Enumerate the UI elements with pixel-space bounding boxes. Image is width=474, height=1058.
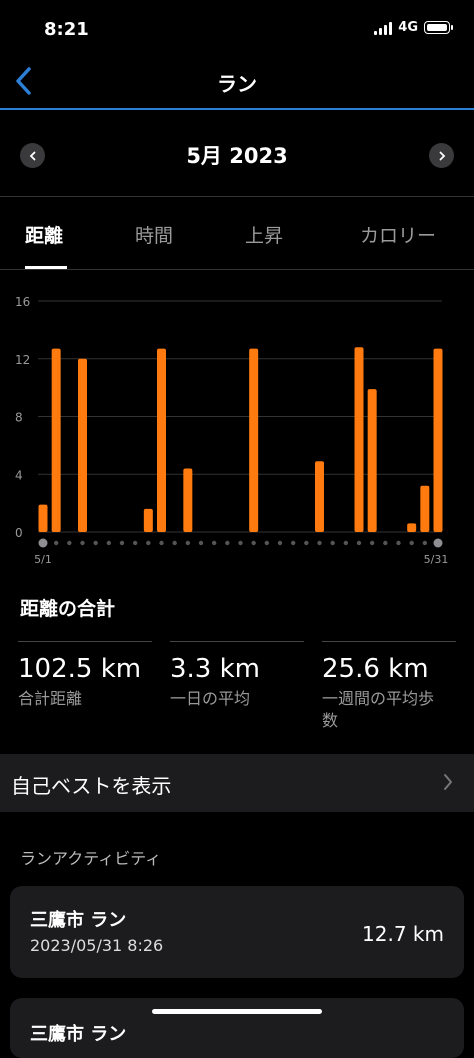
y-tick-label: 8 [15,411,23,425]
chevron-right-icon [439,151,445,160]
bar [78,358,87,532]
bar [367,389,377,532]
bar [249,348,259,532]
day-dot [185,540,191,546]
day-dot [238,540,243,546]
status-bar: 8:21 4G [0,0,474,56]
status-right: 4G [374,20,453,35]
activity-card[interactable]: 三鷹市 ラン 2023/05/31 8:26 12.7 km [10,886,464,978]
day-dot [409,540,414,546]
bar [51,348,61,532]
day-dot [53,540,59,546]
activity-distance: 12.7 km [362,922,444,946]
page-title: ラン [217,72,257,96]
y-tick-label: 12 [15,353,30,367]
day-dot [330,540,335,546]
personal-best-row[interactable]: 自己ベストを表示 [0,754,474,812]
tab-distance[interactable]: 距離 [25,221,63,248]
signal-icon [374,21,393,35]
month-selector: 5月 2023 [0,112,474,197]
bar [407,523,417,532]
battery-icon [424,21,453,34]
day-dot [317,540,322,546]
stat-daily-avg: 3.3 km 一日の平均 [170,641,304,710]
stat-total-value: 102.5 km [18,654,142,684]
tab-ascent[interactable]: 上昇 [245,221,283,248]
status-time: 8:21 [44,19,89,40]
day-dot-selected [433,538,443,548]
day-dot [290,540,296,546]
day-dot [172,540,177,546]
day-dot [198,540,204,546]
bar [354,347,364,532]
personal-best-label: 自己ベストを表示 [11,774,172,798]
day-dot-selected [38,538,48,548]
x-end-label: 5/31 [424,553,449,566]
activity-date: 2023/05/31 8:26 [30,936,164,955]
y-tick-label: 4 [15,468,23,482]
activity-name: 三鷹市 ラン [30,910,127,931]
stat-daily-avg-label: 一日の平均 [170,689,251,708]
metric-tabs: 距離 時間 上昇 カロリー [0,197,474,270]
day-dot [132,540,138,546]
day-dot [93,540,98,546]
y-tick-label: 16 [15,295,30,309]
bar-chart-svg[interactable]: 0 4 8 12 16 5/1 5/31 [0,280,474,570]
day-dot [106,540,112,546]
stat-daily-avg-value: 3.3 km [170,654,260,684]
bar [157,348,166,532]
y-tick-label: 0 [15,526,23,540]
day-dot [304,540,309,546]
stat-total: 102.5 km 合計距離 [18,641,152,710]
stat-weekly-avg-label: 一週間の平均歩数 [322,689,435,730]
day-dot [264,540,270,546]
day-dot [356,540,362,546]
day-dot [277,540,283,546]
bar [183,468,193,532]
x-start-label: 5/1 [34,553,52,566]
next-month-button[interactable] [429,143,454,168]
stat-weekly-avg-value: 25.6 km [322,654,429,684]
network-label: 4G [398,20,418,35]
activities-section-title: ランアクティビティ [20,849,162,868]
day-dot [159,540,164,546]
tab-underline [25,266,67,269]
home-indicator [152,1009,322,1014]
summary-title: 距離の合計 [20,598,116,620]
day-dot [343,540,349,546]
nav-bar: ラン [0,56,474,110]
day-dot [146,540,151,546]
day-dot [225,540,230,546]
bar [38,504,48,532]
day-dot [251,540,256,546]
day-dot [369,540,375,546]
bar [420,485,430,532]
day-dot [422,540,428,546]
stat-weekly-avg: 25.6 km 一週間の平均歩数 [322,641,456,732]
distance-chart[interactable]: 0 4 8 12 16 5/1 5/31 [0,280,474,570]
stat-total-label: 合計距離 [18,689,83,708]
day-dot [211,540,217,546]
day-dot [396,540,401,546]
day-dot [80,540,85,546]
chevron-right-icon [444,774,452,790]
bar [315,461,324,532]
tab-calories[interactable]: カロリー [360,221,436,248]
bar [433,348,443,532]
activity-card[interactable]: 三鷹市 ラン [10,998,464,1058]
day-dot [67,540,72,546]
day-dot [119,540,125,546]
bar [143,508,153,532]
month-label: 5月 2023 [186,144,288,168]
tab-time[interactable]: 時間 [135,221,173,248]
day-dot [383,540,388,546]
